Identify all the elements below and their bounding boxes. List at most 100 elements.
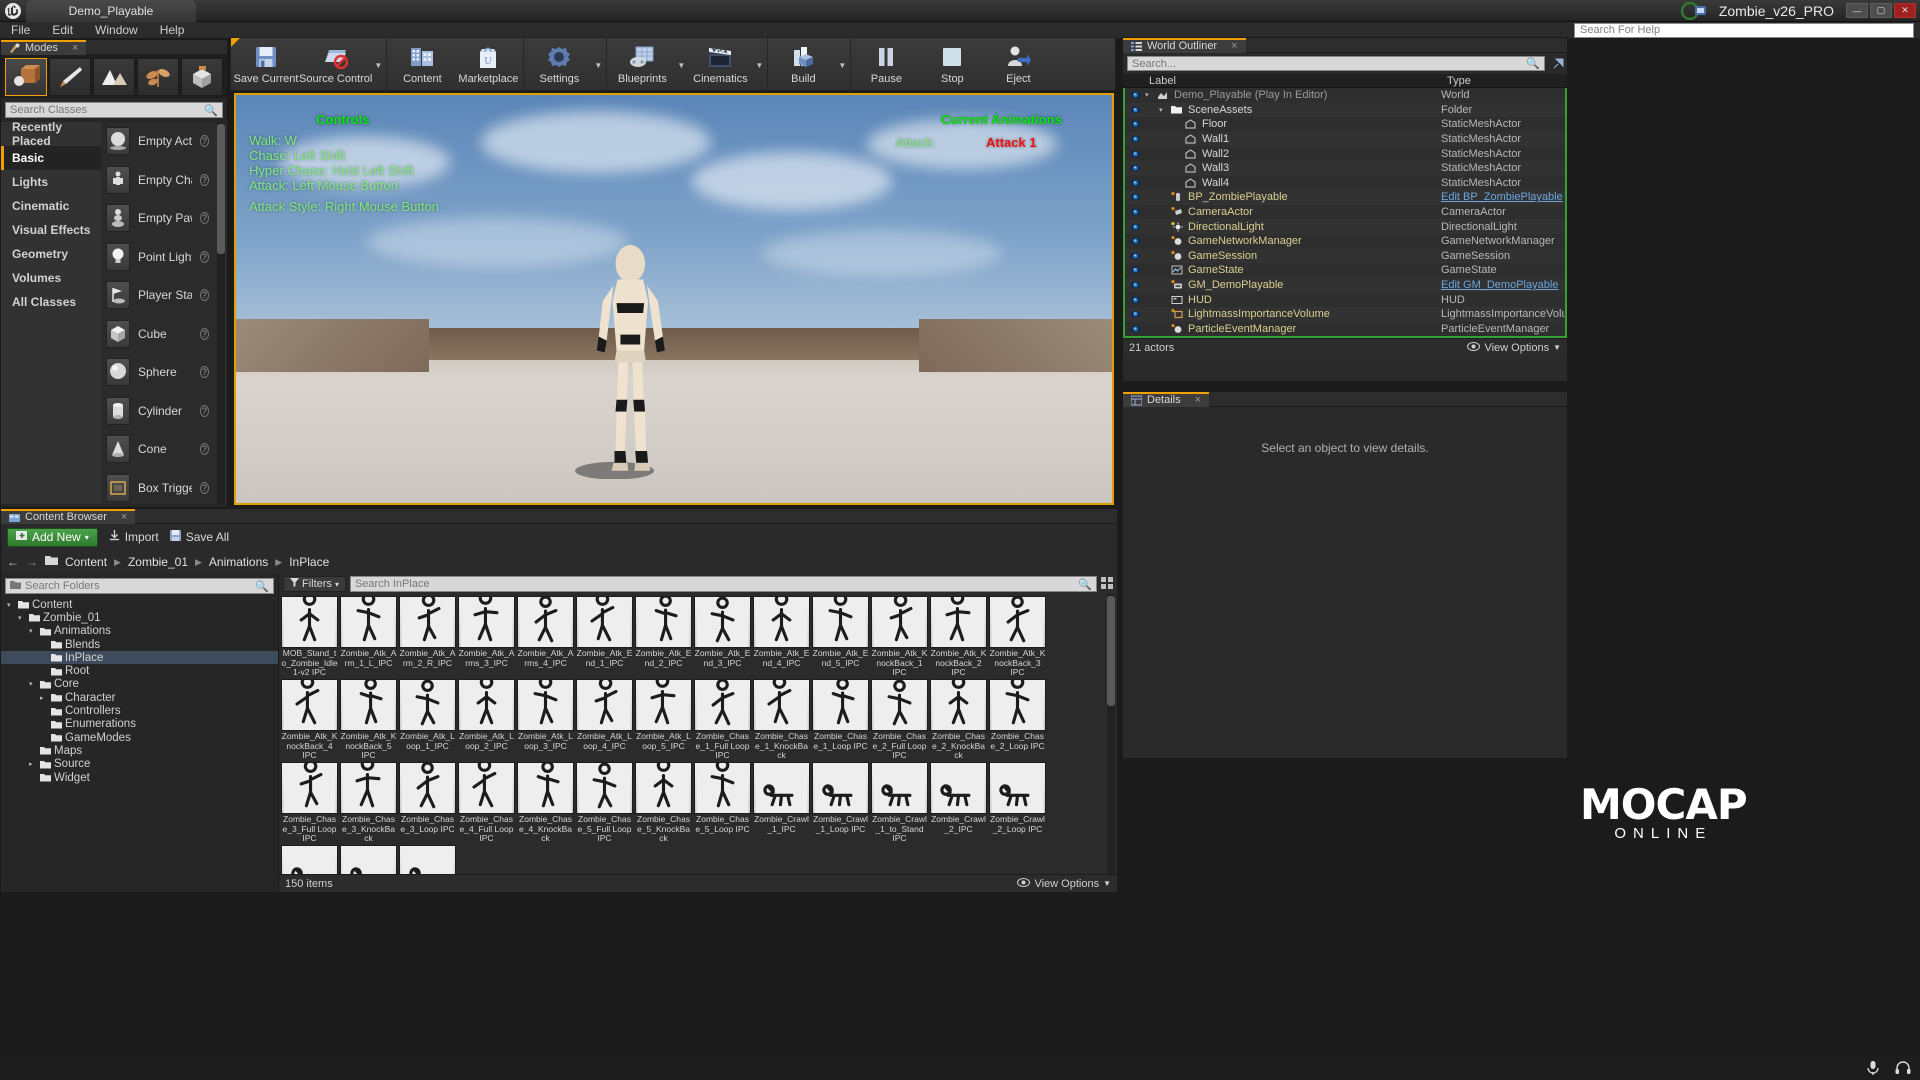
outliner-row-list[interactable]: ▾ Demo_Playable (Play In Editor) World ▾ Sce… — [1123, 88, 1567, 338]
outliner-view-options-button[interactable]: View Options — [1484, 342, 1549, 354]
place-mode-button[interactable] — [5, 58, 47, 96]
save-all-button[interactable]: Save All — [169, 529, 229, 545]
cinematics-button[interactable]: Cinematics — [687, 40, 753, 90]
add-new-button[interactable]: Add New ▾ — [7, 527, 98, 547]
asset-thumbnail[interactable] — [517, 596, 574, 648]
help-icon[interactable]: ? — [199, 404, 209, 417]
menu-item-help[interactable]: Help — [149, 22, 196, 39]
asset-thumbnail[interactable] — [812, 596, 869, 648]
actor-list-scrollbar[interactable] — [217, 124, 225, 254]
asset-item[interactable]: Zombie_Atk_KnockBack_3 IPC — [989, 596, 1046, 678]
landscape-mode-button[interactable] — [93, 58, 135, 96]
back-button[interactable]: ← — [7, 555, 19, 569]
asset-item[interactable]: Zombie_Chase_5_KnockBack — [635, 762, 692, 844]
asset-thumbnail[interactable] — [812, 679, 869, 731]
expander-arrow-icon[interactable]: ▾ — [7, 601, 15, 609]
actor-item-empty-pawn[interactable]: Empty Pawn ? — [101, 199, 227, 238]
asset-item[interactable]: Zombie_Atk_Loop_5_IPC — [635, 679, 692, 761]
asset-item[interactable]: Zombie_Atk_KnockBack_2 IPC — [930, 596, 987, 678]
level-viewport[interactable]: Controls Walk: W Chase: Left Shift Hyper… — [234, 93, 1114, 505]
visibility-eye-icon[interactable] — [1125, 179, 1145, 187]
actor-item-point-light[interactable]: Point Light ? — [101, 238, 227, 277]
asset-thumbnail[interactable] — [281, 762, 338, 814]
asset-grid-container[interactable]: MOB_Stand_to_Zombie_Idle 1-v2 IPC Zombie_… — [279, 594, 1117, 874]
asset-item[interactable]: Zombie_Atk_End_4_IPC — [753, 596, 810, 678]
asset-item[interactable]: Zombie_Chase_5_Loop IPC — [694, 762, 751, 844]
asset-item[interactable]: Zombie_Chase_1_KnockBack — [753, 679, 810, 761]
asset-thumbnail[interactable] — [340, 845, 397, 874]
blueprints-button[interactable]: Blueprints — [609, 40, 675, 90]
asset-item[interactable]: Zombie_Atk_Loop_3_IPC — [517, 679, 574, 761]
asset-item[interactable]: Zombie_Atk_Arm_1_L_IPC — [340, 596, 397, 678]
category-recently-placed[interactable]: Recently Placed — [1, 120, 101, 148]
asset-thumbnail[interactable] — [694, 679, 751, 731]
outliner-row[interactable]: GameSession GameSession — [1125, 248, 1565, 264]
help-icon[interactable]: ? — [199, 289, 209, 302]
visibility-eye-icon[interactable] — [1125, 91, 1145, 99]
asset-grid-scrollbar[interactable] — [1107, 596, 1115, 706]
asset-item[interactable]: Zombie_Atk_KnockBack_1 IPC — [871, 596, 928, 678]
expander-arrow-icon[interactable]: ▸ — [29, 760, 37, 768]
outliner-row[interactable]: ▾ Demo_Playable (Play In Editor) World — [1125, 88, 1565, 103]
folder-tree-item-widget[interactable]: Widget — [1, 771, 278, 784]
forward-button[interactable]: → — [26, 555, 38, 569]
asset-item[interactable]: Zombie_Crawl_2_IPC — [930, 762, 987, 844]
folder-tree-item-gamemodes[interactable]: GameModes — [1, 731, 278, 744]
asset-item[interactable]: Zombie_Chase_2_Loop IPC — [989, 679, 1046, 761]
tab-details-close-icon[interactable]: × — [1195, 394, 1201, 406]
outliner-row[interactable]: HUD HUD — [1125, 292, 1565, 307]
help-search-input[interactable]: Search For Help — [1574, 23, 1914, 38]
asset-item[interactable]: Zombie_Atk_Arms_3_IPC — [458, 596, 515, 678]
tab-content-browser[interactable]: Content Browser × — [1, 508, 136, 524]
save-current-button[interactable]: Save Current — [233, 40, 299, 90]
expander-arrow-icon[interactable]: ▾ — [1145, 91, 1153, 99]
pause-button[interactable]: Pause — [853, 40, 919, 90]
chevron-down-icon[interactable]: ▼ — [1103, 879, 1111, 888]
asset-item[interactable]: Zombie_Chase_3_Loop IPC — [399, 762, 456, 844]
visibility-eye-icon[interactable] — [1125, 223, 1145, 231]
help-icon[interactable]: ? — [199, 481, 209, 494]
outliner-row[interactable]: GameNetworkManager GameNetworkManager — [1125, 233, 1565, 249]
outliner-row[interactable]: Wall1 StaticMeshActor — [1125, 131, 1565, 147]
asset-thumbnail[interactable] — [458, 762, 515, 814]
stop-button[interactable]: Stop — [919, 40, 985, 90]
blueprints-dropdown-caret-icon[interactable]: ▼ — [675, 40, 687, 90]
folder-tree-item-animations[interactable]: ▾ Animations — [1, 625, 278, 638]
cinematics-dropdown-caret-icon[interactable]: ▼ — [753, 40, 765, 90]
menu-item-edit[interactable]: Edit — [41, 22, 84, 39]
asset-item[interactable]: Zombie_Atk_Arms_4_IPC — [517, 596, 574, 678]
asset-item[interactable]: Zombie_Chase_2_KnockBack — [930, 679, 987, 761]
microphone-icon[interactable] — [1864, 1059, 1882, 1077]
folder-tree-item-source[interactable]: ▸ Source — [1, 758, 278, 771]
asset-item[interactable]: Zombie_Crawl_1_to_Stand IPC — [871, 762, 928, 844]
asset-thumbnail[interactable] — [871, 762, 928, 814]
asset-item[interactable]: Zombie_Atk_Loop_4_IPC — [576, 679, 633, 761]
visibility-eye-icon[interactable] — [1125, 252, 1145, 260]
visibility-eye-icon[interactable] — [1125, 164, 1145, 172]
visibility-eye-icon[interactable] — [1125, 193, 1145, 201]
filters-button[interactable]: Filters ▾ — [283, 576, 346, 592]
actor-item-sphere[interactable]: Sphere ? — [101, 353, 227, 392]
outliner-pin-icon[interactable] — [1552, 58, 1564, 73]
outliner-row[interactable]: BP_ZombiePlayable Edit BP_ZombiePlayable — [1125, 190, 1565, 205]
visibility-eye-icon[interactable] — [1125, 120, 1145, 128]
asset-item[interactable]: Zombie_Atk_Loop_2_IPC — [458, 679, 515, 761]
asset-thumbnail[interactable] — [399, 845, 456, 874]
tab-world-outliner[interactable]: World Outliner × — [1123, 37, 1246, 53]
asset-item[interactable]: Zombie_Chase_1_Loop IPC — [812, 679, 869, 761]
asset-thumbnail[interactable] — [517, 679, 574, 731]
asset-item[interactable]: Zombie_Death_Back_Mid 2 IPC — [399, 845, 456, 874]
visibility-eye-icon[interactable] — [1125, 266, 1145, 274]
folder-tree-item-content[interactable]: ▾ Content — [1, 598, 278, 611]
actor-item-empty-actor[interactable]: Empty Actor ? — [101, 122, 227, 161]
outliner-row-type[interactable]: Edit GM_DemoPlayable — [1441, 279, 1565, 291]
outliner-row-type[interactable]: Edit BP_ZombiePlayable — [1441, 191, 1565, 203]
asset-item[interactable]: Zombie_Chase_5_Full Loop IPC — [576, 762, 633, 844]
actor-item-box-trigger[interactable]: Box Trigger ? — [101, 469, 227, 505]
asset-item[interactable]: Zombie_Crawl_1_Loop IPC — [812, 762, 869, 844]
asset-search-input[interactable]: Search InPlace 🔍 — [349, 576, 1097, 592]
search-folders-input[interactable]: Search Folders 🔍 — [5, 578, 274, 594]
asset-thumbnail[interactable] — [517, 762, 574, 814]
asset-thumbnail[interactable] — [399, 762, 456, 814]
asset-thumbnail[interactable] — [576, 762, 633, 814]
